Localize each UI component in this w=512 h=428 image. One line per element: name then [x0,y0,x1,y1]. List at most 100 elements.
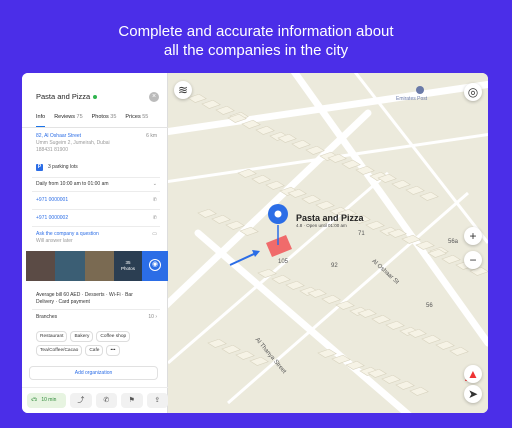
route-button[interactable]: 🚗︎ 10 min [27,393,67,408]
building [291,139,311,149]
building [221,344,241,354]
phone-icon[interactable]: ✆ [153,197,157,203]
share-icon[interactable]: ⇪ [146,393,168,408]
building [251,174,271,184]
building [435,340,455,350]
building [449,346,469,356]
building [441,254,461,264]
company-title: Pasta and Pizza [36,92,98,101]
building-number: 105 [278,259,289,265]
phone-icon[interactable]: ✆ [153,215,157,221]
ask-question-link[interactable]: Ask the company a question [36,231,99,237]
tab-prices[interactable]: Prices 55 [125,114,148,127]
building [335,300,355,310]
company-card: Pasta and Pizza × Info Reviews 75 Photos… [22,73,168,413]
chat-icon[interactable]: ▭ [152,231,157,237]
building [301,194,321,204]
tab-photos[interactable]: Photos 35 [92,114,117,127]
building [371,314,391,324]
add-organization-button[interactable]: Add organization [29,366,158,380]
building [421,334,441,344]
building-number: 92 [331,263,338,269]
photo-thumbnail[interactable] [85,251,114,281]
building [395,380,415,390]
building [385,320,405,330]
card-tabs: Info Reviews 75 Photos 35 Prices 55 [36,114,157,127]
more-categories-button[interactable]: ••• [106,345,120,356]
building [187,93,207,103]
hours-row[interactable]: Daily from 10:00 am to 01:00 am [36,181,109,187]
headline-line2: all the companies in the city [163,42,349,59]
building [235,350,255,360]
ask-question-sub: Will answer later [36,238,73,244]
branches-count[interactable]: 10 › [148,314,157,320]
building-number: 71 [358,231,365,237]
features-line1: Average bill 60 AED · Desserts · Wi-Fi ·… [36,292,133,298]
category-chip[interactable]: Cafe [85,345,104,356]
building [365,220,385,230]
photo-thumbnail[interactable] [55,251,85,281]
building [249,356,269,366]
bookmark-icon[interactable]: ⚑ [121,393,143,408]
tab-reviews[interactable]: Reviews 75 [54,114,82,127]
zoom-out-button[interactable]: − [464,251,482,269]
divider [32,309,160,310]
building [271,274,291,284]
divider [32,177,160,178]
features-line2: Delivery · Card payment [36,299,90,305]
divider [22,127,168,128]
category-chip[interactable]: Restaurant [36,331,68,342]
building [285,280,305,290]
building [225,220,245,230]
address-street[interactable]: 82, Al Oshaar Street [36,133,81,139]
phone-2[interactable]: +971 0000002 [36,215,68,221]
company-name: Pasta and Pizza [36,92,91,101]
parking-row[interactable]: P 3 parking lots [36,164,78,171]
category-chip[interactable]: Tea/Coffee/Cacao [36,345,83,356]
building-number: 56a [448,239,459,245]
camera-icon: ◉ [149,259,161,271]
navigation-button[interactable]: ➤ [464,385,482,403]
divider [32,191,160,192]
photos-more[interactable]: 35 Photos [114,251,142,281]
building [201,99,221,109]
building [315,200,335,210]
photo-strip[interactable]: 35 Photos ◉ [26,251,168,281]
building [391,179,411,189]
building [321,294,341,304]
callout-subtitle: 4.8 · Open until 01:00 am [296,223,347,228]
layers-button[interactable]: ≋ [174,81,192,99]
poi-label: Emirates Post [396,96,428,102]
zoom-in-button[interactable]: + [464,227,482,245]
phone-icon[interactable]: ✆ [95,393,118,408]
building [381,374,401,384]
branches-row[interactable]: Branches [36,314,57,320]
building [405,185,425,195]
category-chip[interactable]: Bakery [70,331,94,342]
close-icon[interactable]: × [149,92,159,102]
bottom-action-bar: 🚗︎ 10 min ⤴ ✆ ⚑ ⇪ [22,387,168,413]
map[interactable]: ≋ ◎ + − ▲ ➤ Emirates Post Pasta and Pizz… [168,73,488,413]
compass-button[interactable]: ▲ [464,365,482,383]
headline-line1: Complete and accurate information about [118,23,394,40]
building [197,208,217,218]
category-chip[interactable]: Coffee shop [96,331,131,342]
route-icon[interactable]: ⤴ [70,393,92,408]
add-photo-button[interactable]: ◉ [142,251,168,281]
car-icon: 🚗︎ [31,397,38,403]
building [255,125,275,135]
headline: Complete and accurate information about … [0,22,512,60]
map-callout[interactable]: Pasta and Pizza 4.8 · Open until 01:00 a… [296,213,364,228]
callout-title: Pasta and Pizza [296,213,364,223]
photo-thumbnail[interactable] [26,251,55,281]
locate-button[interactable]: ◎ [464,83,482,101]
tab-info[interactable]: Info [36,114,46,127]
building [265,180,285,190]
divider [32,226,160,227]
address-line2: Umm Sugeim 2, Jumeirah, Dubai [36,140,110,146]
phone-1[interactable]: +971 0000001 [36,197,68,203]
address-distance: 6 km [146,133,157,139]
parking-text: 3 parking lots [48,164,78,170]
building [409,386,429,396]
building [211,214,231,224]
